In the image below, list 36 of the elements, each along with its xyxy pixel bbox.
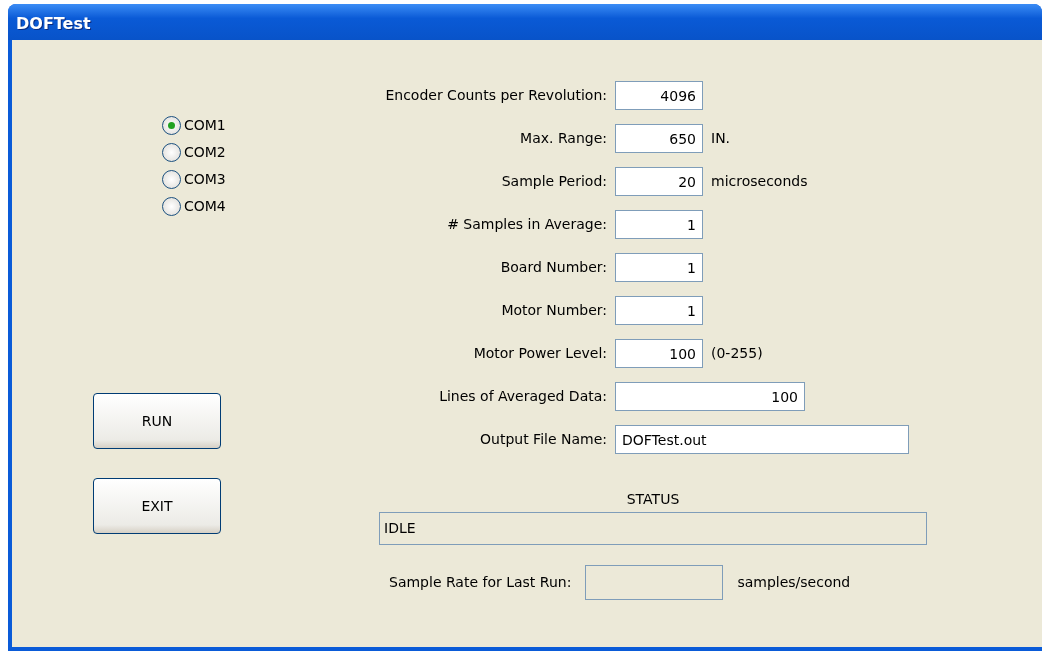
field-label: Board Number: <box>499 258 607 277</box>
input-field[interactable]: 100 <box>615 339 703 368</box>
radio-label: COM3 <box>184 170 226 189</box>
input-field[interactable]: DOFTest.out <box>615 425 909 454</box>
window-title: DOFTest <box>16 14 91 33</box>
radio-button[interactable] <box>162 196 181 216</box>
radio-label: COM4 <box>184 197 226 216</box>
field-label: # Samples in Average: <box>446 215 607 234</box>
unit-label: (0-255) <box>711 344 763 363</box>
run-button[interactable]: RUN <box>93 393 221 449</box>
field-label: Lines of Averaged Data: <box>438 387 607 406</box>
radio-button[interactable] <box>162 142 181 162</box>
field-label: Motor Number: <box>500 301 607 320</box>
field-label: Sample Rate for Last Run: <box>389 573 572 592</box>
radio-button[interactable] <box>162 169 181 189</box>
exit-button[interactable]: EXIT <box>93 478 221 534</box>
unit-label: IN. <box>711 129 731 148</box>
input-field[interactable]: 1 <box>615 296 703 325</box>
radio-label: COM2 <box>184 143 226 162</box>
field-label: Max. Range: <box>519 129 607 148</box>
radio-button[interactable] <box>162 115 181 135</box>
field-label: Encoder Counts per Revolution: <box>384 86 607 105</box>
field-label: Output File Name: <box>479 430 607 449</box>
input-field[interactable]: 1 <box>615 210 703 239</box>
input-field[interactable]: 650 <box>615 124 703 153</box>
status-field: IDLE <box>379 512 927 545</box>
field-label: Sample Period: <box>500 172 607 191</box>
field-label: Motor Power Level: <box>472 344 607 363</box>
input-field[interactable]: 1 <box>615 253 703 282</box>
unit-label: samples/second <box>737 573 851 592</box>
unit-label: microseconds <box>711 172 808 191</box>
input-field[interactable]: 100 <box>615 382 805 411</box>
input-field[interactable]: 4096 <box>615 81 703 110</box>
radio-label: COM1 <box>184 116 226 135</box>
input-field[interactable]: 20 <box>615 167 703 196</box>
status-label: STATUS <box>626 491 680 507</box>
